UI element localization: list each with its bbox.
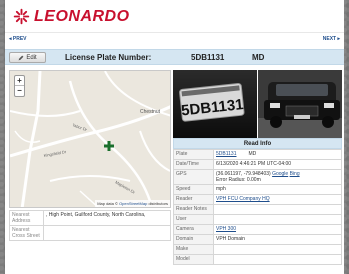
make-label: Make [173,244,214,255]
brand-logo-text: LEONARDO [34,8,130,25]
table-row: Date/Time 6/13/2020 4:46:21 PM UTC-04:00 [173,159,342,170]
header: LEONARDO [5,0,344,33]
edit-button[interactable]: Edit [9,52,46,63]
next-link[interactable]: NEXT ▸ [323,36,340,42]
camera-label: Camera [173,224,214,235]
table-row: Model [173,254,342,265]
zoom-out-button[interactable]: − [15,86,24,96]
user-label: User [173,214,214,225]
attribution-prefix: Map data © [97,201,118,206]
plate-state: MD [248,151,257,157]
make-value [213,244,342,255]
edit-button-label: Edit [26,54,37,61]
record-navigation: ◂ PREV NEXT ▸ [5,33,344,48]
datetime-value: 6/13/2020 4:46:21 PM UTC-04:00 [213,159,342,170]
plate-header-bar: Edit License Plate Number: 5DB1131 MD [5,49,344,65]
vehicle-photo-image [258,70,342,138]
prev-link[interactable]: ◂ PREV [9,36,27,42]
plate-number-label: License Plate Number: [65,53,152,62]
reader-notes-label: Reader Notes [173,204,214,215]
nearest-cross-street-label: Nearest Cross Street [9,225,44,241]
read-info-title: Read Info [173,138,342,149]
table-row: Camera VPH 300 [173,224,342,235]
road-label: Chestnut [140,109,161,115]
reader-label: Reader [173,194,214,205]
pencil-icon [18,55,24,60]
table-row: Nearest Address , High Point, Guilford C… [9,210,171,226]
openstreetmap-link[interactable]: OpenStreetMap [119,201,147,206]
record-window: LEONARDO ◂ PREV NEXT ▸ Edit License Plat… [5,0,344,274]
table-row: Reader Notes [173,204,342,215]
read-info-table: Plate 5DB1131 MD Date/Time 6/13/2020 4:46… [173,149,342,265]
vehicle-photo[interactable] [258,70,342,138]
plate-label: Plate [173,149,214,160]
table-row: Reader VPH FCU Company HQ [173,194,342,205]
nearest-cross-street-value [43,225,171,241]
location-table: Nearest Address , High Point, Guilford C… [9,210,171,241]
nearest-address-label: Nearest Address [9,210,44,226]
plate-value: 5DB1131 MD [213,149,342,160]
gps-value: (36.061197, -79.948403) Google Bing Erro… [213,169,342,185]
gps-label: GPS [173,169,214,185]
plate-number-value: 5DB1131 [191,53,225,62]
plate-photo[interactable]: 5DB1131 [173,70,257,138]
user-value [213,214,342,225]
reader-notes-value [213,204,342,215]
gps-error-radius: Error Radius: 0.00m [216,177,261,183]
table-row: Domain VPH Domain [173,234,342,245]
table-row: Nearest Cross Street [9,225,171,241]
domain-value: VPH Domain [213,234,342,245]
camera-value: VPH 300 [213,224,342,235]
speed-label: Speed [173,184,214,195]
camera-link[interactable]: VPH 300 [216,226,236,232]
plate-photo-image: 5DB1131 [173,70,257,138]
speed-value: mph [213,184,342,195]
plate-state-value: MD [252,53,265,62]
plate-link[interactable]: 5DB1131 [216,151,236,157]
map-pin-icon[interactable] [104,141,114,151]
table-row: Speed mph [173,184,342,195]
model-label: Model [173,254,214,265]
map-zoom-control: + − [14,75,25,97]
domain-label: Domain [173,234,214,245]
attribution-suffix: distributors [148,201,168,206]
location-map[interactable]: Chestnut Tabor Dr Kingsfield Dr Mapleton… [9,70,171,208]
google-link[interactable]: Google [272,171,288,177]
table-row: Plate 5DB1131 MD [173,149,342,160]
map-attribution: Map data © OpenStreetMap distributors [95,200,170,207]
model-value [213,254,342,265]
bing-link[interactable]: Bing [290,171,300,177]
read-info-panel: Read Info Plate 5DB1131 MD Date/Time 6/13… [173,138,342,265]
table-row: GPS (36.061197, -79.948403) Google Bing … [173,169,342,185]
leonardo-star-icon [13,8,30,25]
reader-link[interactable]: VPH FCU Company HQ [216,196,270,202]
table-row: Make [173,244,342,255]
nearest-address-value: , High Point, Guilford County, North Car… [43,210,171,226]
reader-value: VPH FCU Company HQ [213,194,342,205]
zoom-in-button[interactable]: + [15,76,24,86]
table-row: User [173,214,342,225]
datetime-label: Date/Time [173,159,214,170]
map-roads: Chestnut Tabor Dr Kingsfield Dr Mapleton… [10,71,170,207]
